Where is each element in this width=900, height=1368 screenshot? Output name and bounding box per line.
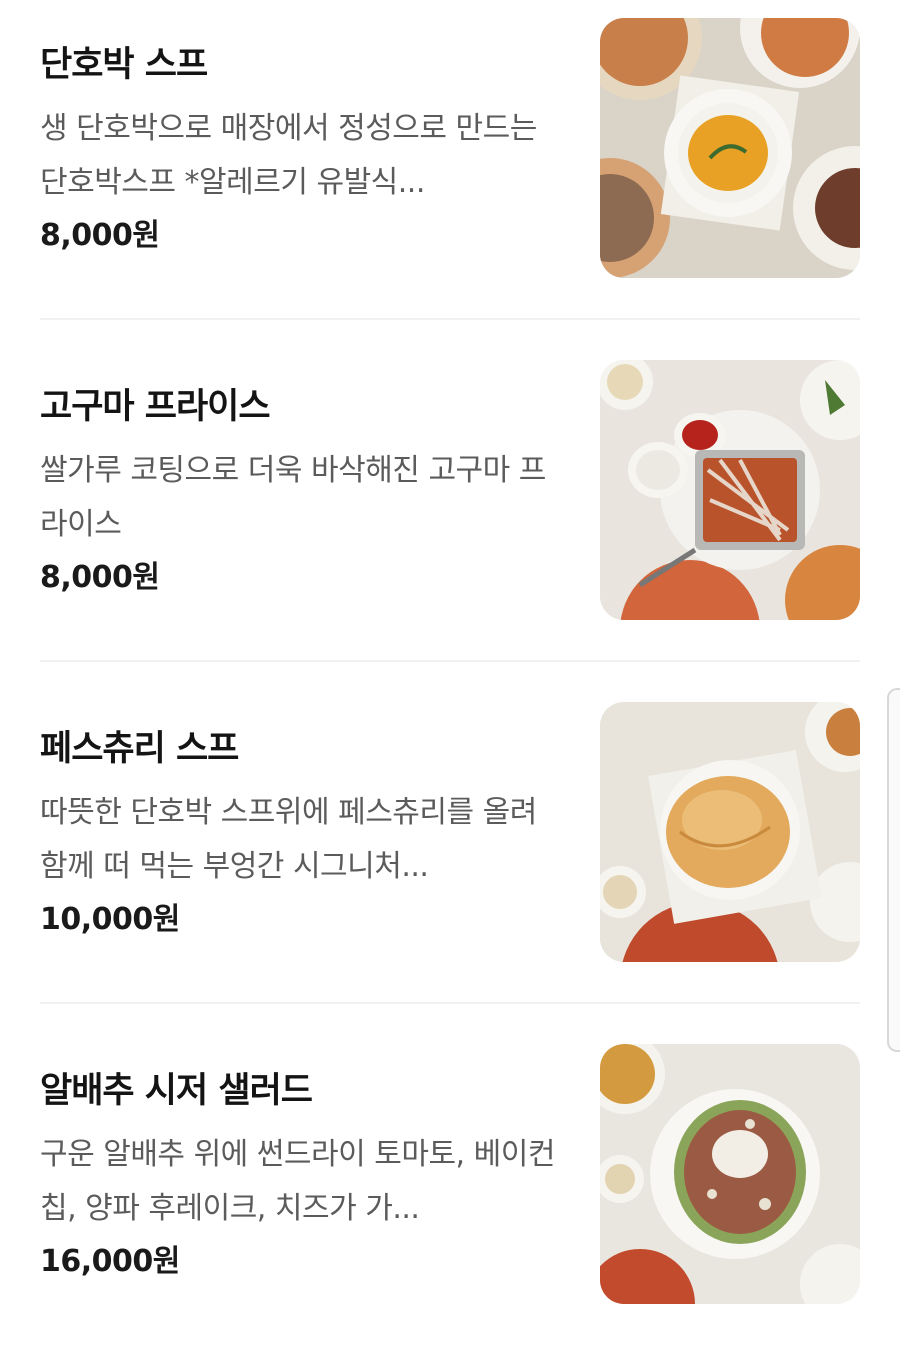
menu-item-price: 16,000원 bbox=[40, 1244, 180, 1279]
menu-item-name: 단호박 스프 bbox=[40, 45, 208, 85]
menu-item-description: 구운 알배추 위에 썬드라이 토마토, 베이컨칩, 양파 후레이크, 치즈가 가… bbox=[40, 1137, 555, 1226]
pastry-soup-photo-icon bbox=[600, 702, 860, 962]
menu-item-description: 생 단호박으로 매장에서 정성으로 만드는 단호박스프 *알레르기 유발식... bbox=[40, 111, 537, 200]
menu-item-name: 페스츄리 스프 bbox=[40, 729, 239, 769]
divider bbox=[40, 1002, 860, 1004]
scroll-handle[interactable] bbox=[887, 688, 900, 1052]
menu-item[interactable]: 알배추 시저 샐러드 구운 알배추 위에 썬드라이 토마토, 베이컨칩, 양파 … bbox=[0, 1026, 900, 1368]
caesar-salad-photo-icon bbox=[600, 1044, 860, 1304]
menu-item-price: 8,000원 bbox=[40, 560, 160, 595]
menu-item[interactable]: 고구마 프라이스 쌀가루 코팅으로 더욱 바삭해진 고구마 프라이스 8,000… bbox=[0, 342, 900, 684]
divider bbox=[40, 318, 860, 320]
pumpkin-soup-photo-icon bbox=[600, 18, 860, 278]
divider bbox=[40, 660, 860, 662]
menu-item-name: 고구마 프라이스 bbox=[40, 387, 271, 427]
menu-item-image[interactable] bbox=[600, 702, 860, 962]
menu-item-description: 따뜻한 단호박 스프위에 페스츄리를 올려 함께 떠 먹는 부엉간 시그니처..… bbox=[40, 795, 537, 884]
menu-item-price: 8,000원 bbox=[40, 218, 160, 253]
menu-item-image[interactable] bbox=[600, 18, 860, 278]
sweet-potato-fries-photo-icon bbox=[600, 360, 860, 620]
menu-item-price: 10,000원 bbox=[40, 902, 180, 937]
menu-item[interactable]: 페스츄리 스프 따뜻한 단호박 스프위에 페스츄리를 올려 함께 떠 먹는 부엉… bbox=[0, 684, 900, 1026]
menu-item-image[interactable] bbox=[600, 1044, 860, 1304]
menu-item-name: 알배추 시저 샐러드 bbox=[40, 1071, 313, 1111]
menu-item-description: 쌀가루 코팅으로 더욱 바삭해진 고구마 프라이스 bbox=[40, 453, 546, 542]
menu-item[interactable]: 단호박 스프 생 단호박으로 매장에서 정성으로 만드는 단호박스프 *알레르기… bbox=[0, 0, 900, 342]
menu-item-image[interactable] bbox=[600, 360, 860, 620]
